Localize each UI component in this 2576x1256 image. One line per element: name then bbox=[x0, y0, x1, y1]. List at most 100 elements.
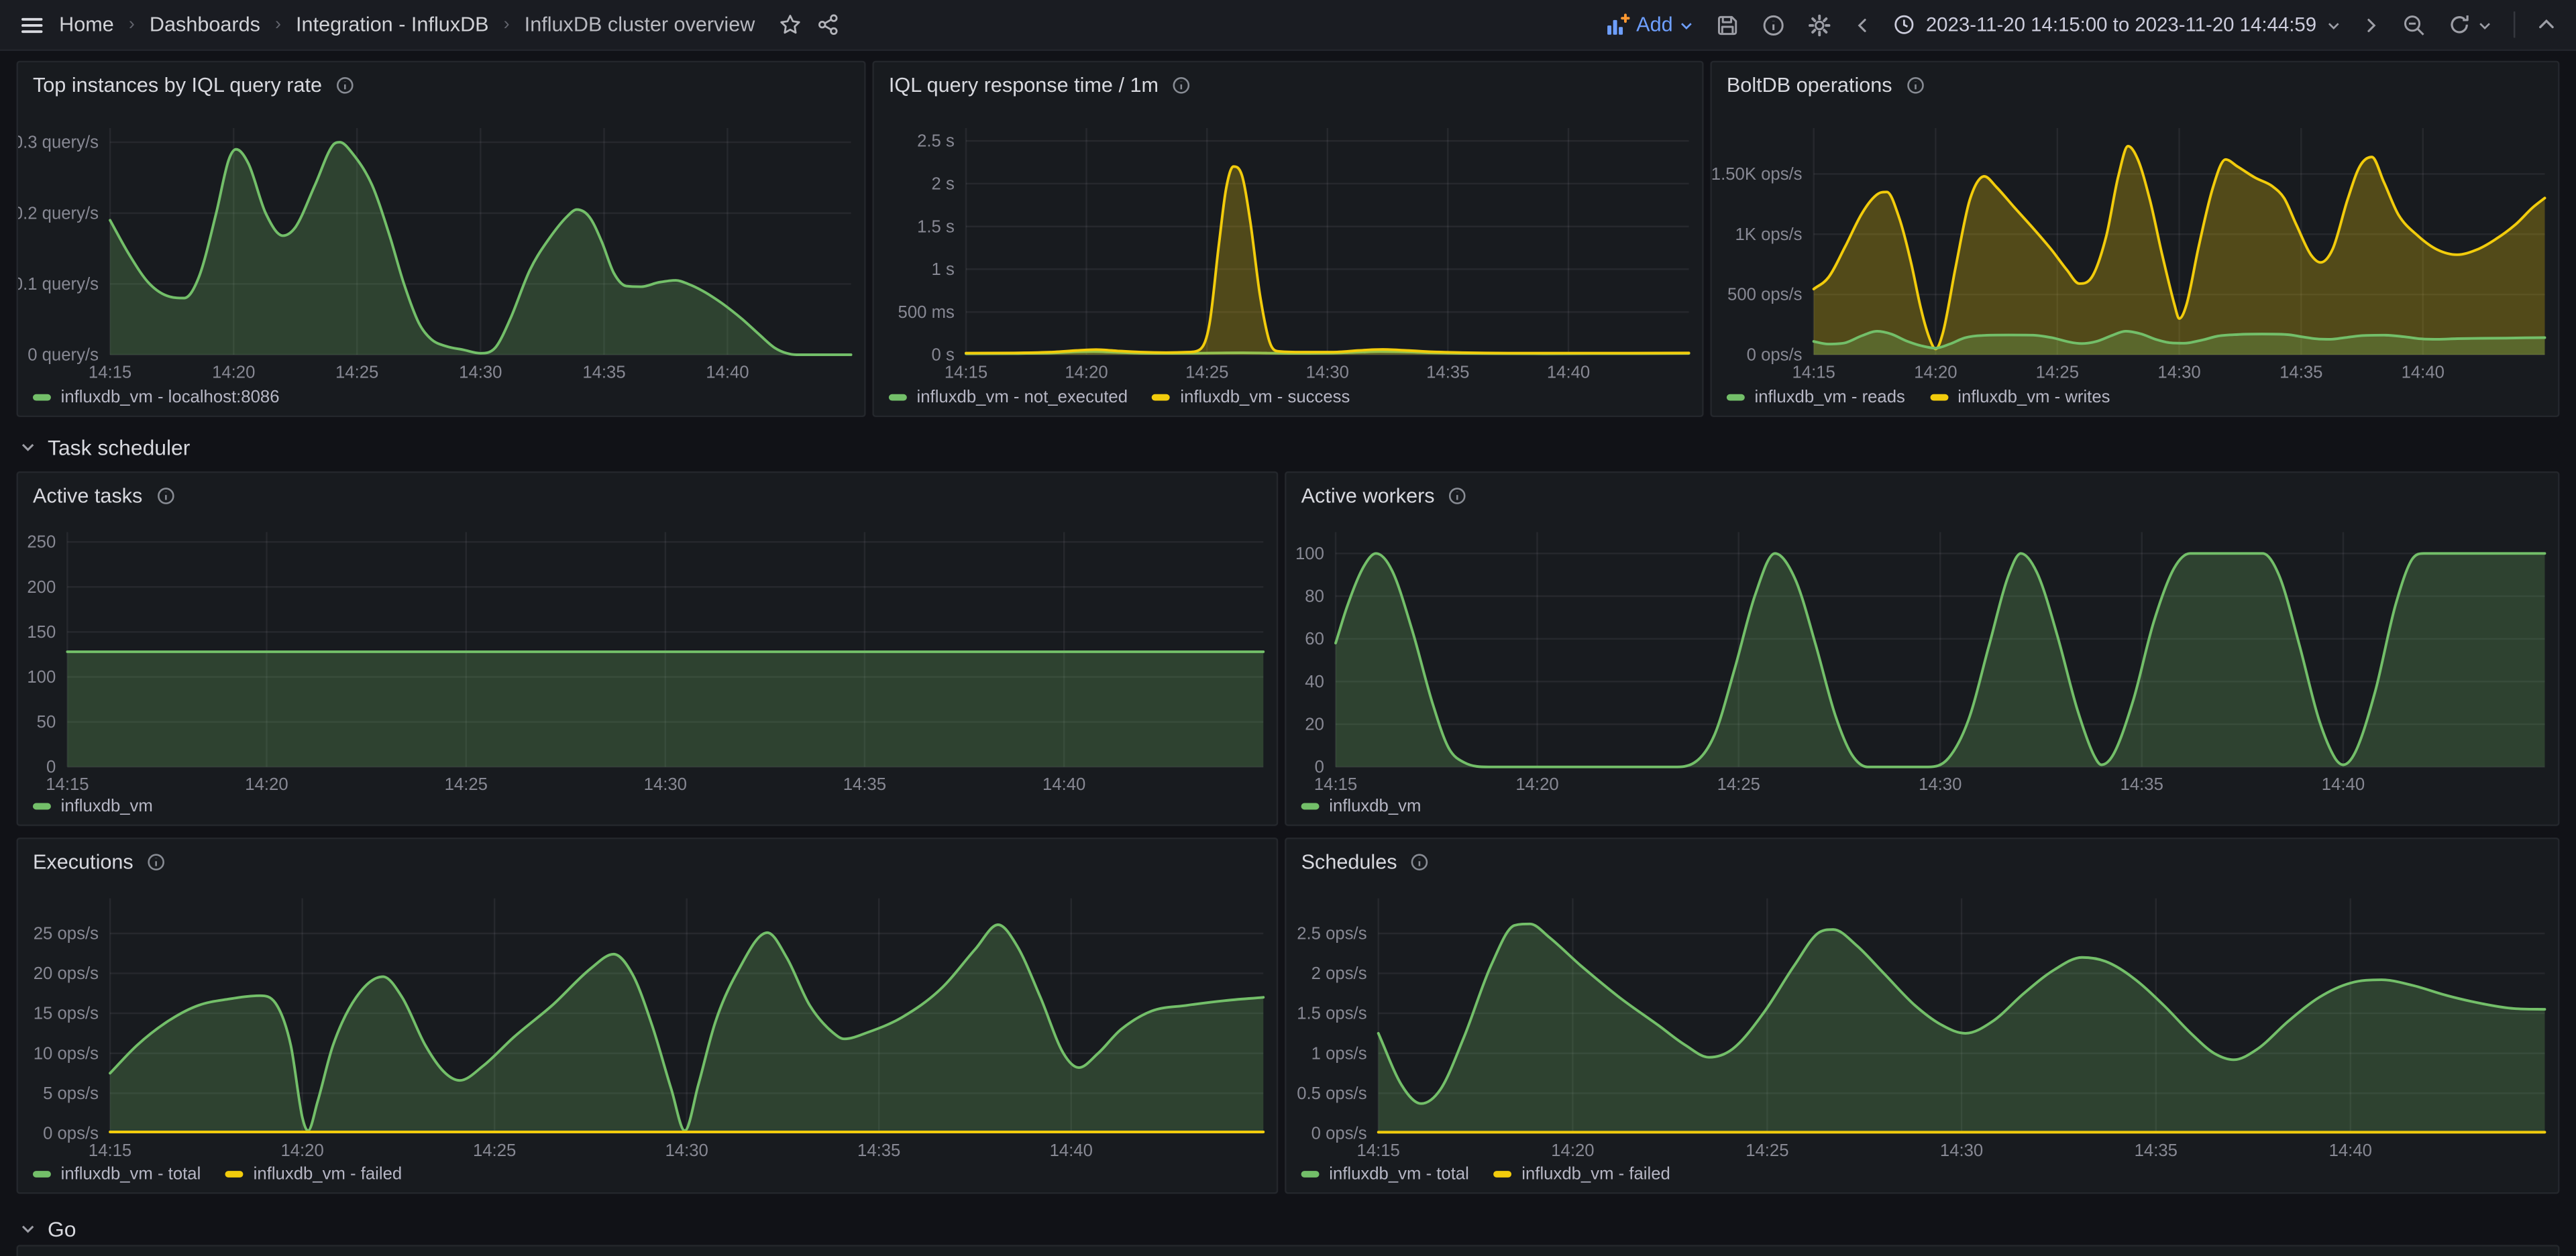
chevron-down-icon bbox=[2326, 17, 2341, 32]
chart-active-tasks[interactable]: 14:1514:2014:2514:3014:3514:400501001502… bbox=[18, 473, 1280, 827]
legend-item[interactable]: influxdb_vm - total bbox=[1301, 1164, 1469, 1184]
panel-title-text: Active tasks bbox=[33, 484, 142, 507]
chart-boltdb-operations[interactable]: 14:1514:2014:2514:3014:3514:400 ops/s500… bbox=[1712, 62, 2561, 418]
svg-text:14:25: 14:25 bbox=[2036, 363, 2079, 382]
svg-text:14:20: 14:20 bbox=[1914, 363, 1957, 382]
svg-text:0: 0 bbox=[1315, 758, 1324, 777]
legend-item[interactable]: influxdb_vm - failed bbox=[225, 1164, 402, 1184]
svg-text:14:15: 14:15 bbox=[1314, 775, 1357, 794]
svg-text:2.5 s: 2.5 s bbox=[917, 132, 955, 151]
menu-icon[interactable] bbox=[19, 12, 44, 37]
legend-item[interactable]: influxdb_vm - localhost:8086 bbox=[33, 388, 280, 407]
row-title: Go bbox=[48, 1216, 76, 1241]
share-icon[interactable] bbox=[816, 13, 839, 36]
svg-text:14:30: 14:30 bbox=[1306, 363, 1349, 382]
svg-text:200: 200 bbox=[27, 578, 56, 597]
panel-top-instances: Top instances by IQL query rate 14:1514:… bbox=[16, 61, 865, 417]
info-icon[interactable] bbox=[1762, 12, 1786, 37]
svg-text:14:20: 14:20 bbox=[1065, 363, 1108, 382]
panel-header[interactable]: Active tasks bbox=[18, 473, 1277, 507]
chart-query-response-time[interactable]: 14:1514:2014:2514:3014:3514:400 s500 ms1… bbox=[874, 62, 1705, 418]
svg-text:25 ops/s: 25 ops/s bbox=[34, 925, 99, 944]
chart-top-instances[interactable]: 14:1514:2014:2514:3014:3514:400 query/s0… bbox=[18, 62, 867, 418]
svg-text:14:15: 14:15 bbox=[89, 363, 131, 382]
svg-text:14:25: 14:25 bbox=[473, 1141, 516, 1160]
chevron-down-icon bbox=[19, 439, 36, 455]
panel-info-icon[interactable] bbox=[335, 76, 355, 95]
time-range-label: 2023-11-20 14:15:00 to 2023-11-20 14:44:… bbox=[1926, 13, 2316, 36]
time-back-icon[interactable] bbox=[1854, 15, 1872, 34]
svg-text:14:30: 14:30 bbox=[459, 363, 502, 382]
clock-icon bbox=[1893, 13, 1916, 36]
panel-title-text: Active workers bbox=[1301, 484, 1435, 507]
legend: influxdb_vm bbox=[33, 797, 153, 816]
chart-schedules[interactable]: 14:1514:2014:2514:3014:3514:400 ops/s0.5… bbox=[1287, 839, 2561, 1195]
panel-info-icon[interactable] bbox=[1410, 852, 1430, 872]
legend-item[interactable]: influxdb_vm - reads bbox=[1727, 388, 1905, 407]
caret-up-icon[interactable] bbox=[2536, 15, 2556, 34]
panel-header[interactable]: Schedules bbox=[1287, 839, 2559, 873]
legend-item[interactable]: influxdb_vm - total bbox=[33, 1164, 201, 1184]
panel-header[interactable]: IQL query response time / 1m bbox=[874, 62, 1702, 97]
svg-text:14:30: 14:30 bbox=[644, 775, 687, 794]
legend-item[interactable]: influxdb_vm - not_executed bbox=[889, 388, 1128, 407]
chevron-down-icon bbox=[19, 1220, 36, 1237]
svg-text:40: 40 bbox=[1305, 673, 1324, 691]
svg-text:14:15: 14:15 bbox=[945, 363, 987, 382]
legend-item[interactable]: influxdb_vm - success bbox=[1152, 388, 1350, 407]
panel-header[interactable]: BoltDB operations bbox=[1712, 62, 2558, 97]
svg-text:14:15: 14:15 bbox=[1357, 1141, 1400, 1160]
refresh-icon[interactable] bbox=[2448, 13, 2492, 36]
legend-item[interactable]: influxdb_vm - writes bbox=[1930, 388, 2110, 407]
chart-active-workers[interactable]: 14:1514:2014:2514:3014:3514:400204060801… bbox=[1287, 473, 2561, 827]
svg-text:14:20: 14:20 bbox=[245, 775, 288, 794]
star-icon[interactable] bbox=[778, 13, 801, 36]
breadcrumb-folder[interactable]: Integration - InfluxDB bbox=[296, 13, 489, 36]
chart-executions[interactable]: 14:1514:2014:2514:3014:3514:400 ops/s5 o… bbox=[18, 839, 1280, 1195]
panel-info-icon[interactable] bbox=[156, 486, 175, 506]
legend-item[interactable]: influxdb_vm bbox=[1301, 797, 1421, 816]
legend: influxdb_vm - not_executed influxdb_vm -… bbox=[889, 388, 1350, 407]
time-range-picker[interactable]: 2023-11-20 14:15:00 to 2023-11-20 14:44:… bbox=[1893, 13, 2341, 36]
add-panel-icon bbox=[1605, 12, 1630, 37]
svg-text:14:15: 14:15 bbox=[89, 1141, 131, 1160]
time-forward-icon[interactable] bbox=[2363, 15, 2381, 34]
svg-text:500 ops/s: 500 ops/s bbox=[1727, 286, 1802, 304]
svg-text:14:30: 14:30 bbox=[1919, 775, 1962, 794]
panel-title-text: Top instances by IQL query rate bbox=[33, 74, 322, 97]
svg-text:80: 80 bbox=[1305, 587, 1324, 606]
breadcrumb-home[interactable]: Home bbox=[59, 13, 114, 36]
row-go[interactable]: Go bbox=[19, 1214, 76, 1243]
settings-gear-icon[interactable] bbox=[1807, 12, 1832, 37]
panel-header[interactable]: Executions bbox=[18, 839, 1277, 873]
save-icon[interactable] bbox=[1715, 12, 1740, 37]
panel-info-icon[interactable] bbox=[1905, 76, 1925, 95]
svg-text:14:30: 14:30 bbox=[2157, 363, 2200, 382]
svg-text:14:25: 14:25 bbox=[1185, 363, 1228, 382]
legend-item[interactable]: influxdb_vm - failed bbox=[1494, 1164, 1670, 1184]
svg-text:14:40: 14:40 bbox=[1547, 363, 1590, 382]
svg-text:1 ops/s: 1 ops/s bbox=[1311, 1044, 1367, 1063]
row-task-scheduler[interactable]: Task scheduler bbox=[19, 432, 190, 461]
panel-header[interactable]: Top instances by IQL query rate bbox=[18, 62, 864, 97]
svg-text:14:25: 14:25 bbox=[1717, 775, 1760, 794]
panel-info-icon[interactable] bbox=[1448, 486, 1467, 506]
svg-text:0 s: 0 s bbox=[932, 346, 955, 365]
svg-text:14:35: 14:35 bbox=[1426, 363, 1469, 382]
add-button[interactable]: Add bbox=[1605, 12, 1695, 37]
breadcrumb-dashboards[interactable]: Dashboards bbox=[150, 13, 260, 36]
panel-header[interactable]: Active workers bbox=[1287, 473, 2559, 507]
legend-item[interactable]: influxdb_vm bbox=[33, 797, 153, 816]
add-button-label: Add bbox=[1636, 13, 1672, 36]
svg-text:14:35: 14:35 bbox=[2135, 1141, 2178, 1160]
chevron-down-icon bbox=[2477, 17, 2492, 32]
panel-info-icon[interactable] bbox=[146, 852, 166, 872]
panel-info-icon[interactable] bbox=[1172, 76, 1191, 95]
svg-text:1 s: 1 s bbox=[932, 260, 955, 279]
panel-title-text: Schedules bbox=[1301, 851, 1397, 874]
breadcrumb-separator: › bbox=[129, 15, 135, 34]
grafana-dashboard: Home › Dashboards › Integration - Influx… bbox=[0, 0, 2576, 1251]
zoom-out-icon[interactable] bbox=[2402, 12, 2426, 37]
panel-active-tasks: Active tasks 14:1514:2014:2514:3014:3514… bbox=[16, 471, 1278, 826]
svg-text:14:40: 14:40 bbox=[1050, 1141, 1093, 1160]
